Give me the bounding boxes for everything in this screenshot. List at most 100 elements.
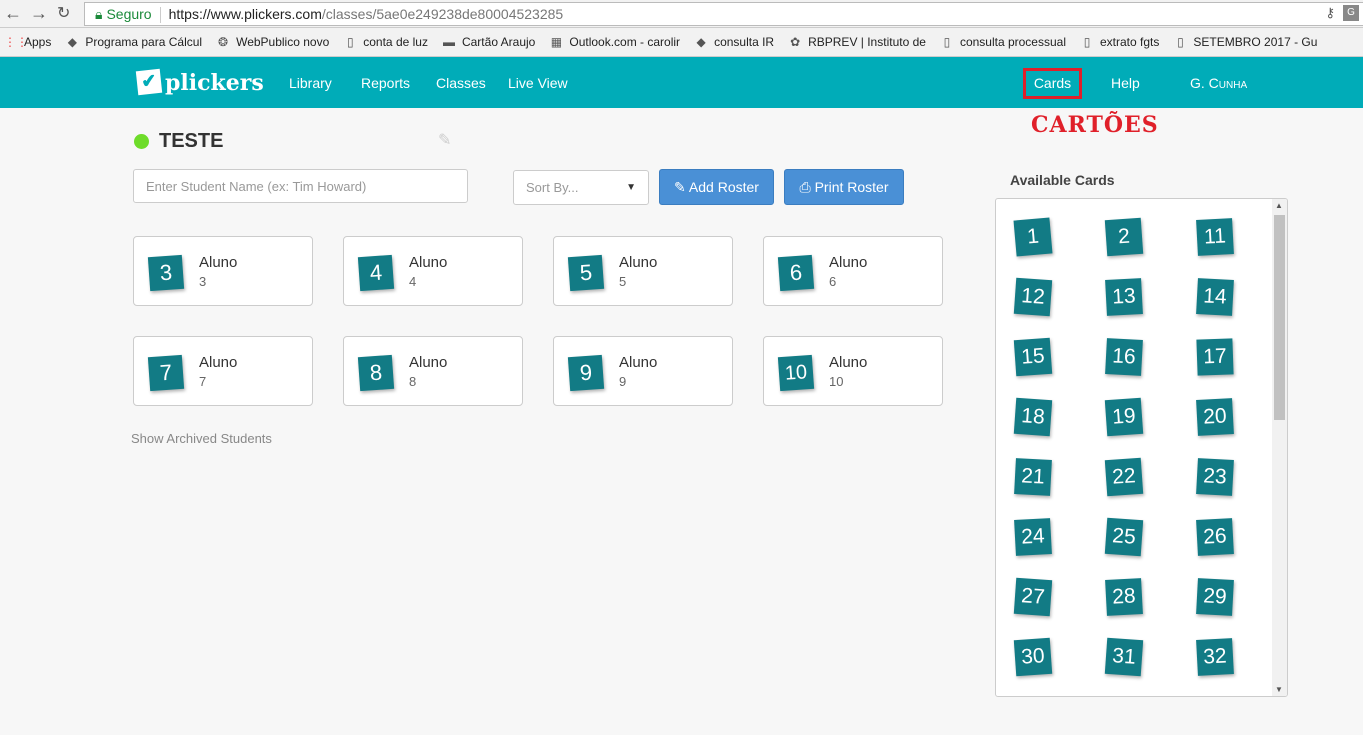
available-card[interactable]: 15 xyxy=(1013,337,1053,377)
bookmark[interactable]: ▯ consulta processual xyxy=(940,35,1066,49)
student-number: 3 xyxy=(199,274,207,289)
available-card[interactable]: 32 xyxy=(1196,638,1234,676)
lock-icon: 🔒︎ xyxy=(95,6,103,22)
browser-toolbar: ← → ↻ 🔒︎ Seguro https://www.plickers.com/c… xyxy=(0,0,1363,28)
bookmark[interactable]: ◆ consulta IR xyxy=(694,35,774,49)
check-icon: ✔ xyxy=(135,68,163,96)
student-number: 8 xyxy=(409,374,417,389)
bookmark[interactable]: ◆ Programa para Cálcul xyxy=(65,35,202,49)
student-card[interactable]: 5 Aluno 5 xyxy=(553,236,733,306)
address-bar[interactable]: 🔒︎ Seguro https://www.plickers.com/classes… xyxy=(84,2,1363,26)
available-card[interactable]: 27 xyxy=(1013,577,1053,617)
bookmark[interactable]: ▬ Cartão Araujo xyxy=(442,35,535,49)
available-card[interactable]: 11 xyxy=(1196,218,1234,256)
available-card[interactable]: 31 xyxy=(1104,637,1144,677)
bookmark[interactable]: ⋮⋮ Apps xyxy=(4,35,51,49)
card-number-badge: 3 xyxy=(147,254,185,292)
student-card[interactable]: 4 Aluno 4 xyxy=(343,236,523,306)
bookmark[interactable]: ▯ extrato fgts xyxy=(1080,35,1160,49)
nav-help[interactable]: Help xyxy=(1111,75,1140,91)
nav-library[interactable]: Library xyxy=(289,75,332,91)
available-card[interactable]: 2 xyxy=(1104,217,1144,257)
sort-dropdown[interactable]: Sort By... ▼ xyxy=(513,170,649,205)
student-name: Aluno xyxy=(409,254,448,271)
student-number: 6 xyxy=(829,274,837,289)
nav-cards[interactable]: Cards xyxy=(1023,68,1082,99)
bookmark[interactable]: ▦ Outlook.com - carolir xyxy=(549,35,680,49)
student-name-input[interactable] xyxy=(133,169,468,203)
print-icon: ⎙ xyxy=(799,179,815,195)
available-card[interactable]: 24 xyxy=(1014,518,1052,556)
show-archived-link[interactable]: Show Archived Students xyxy=(131,431,272,446)
student-card[interactable]: 7 Aluno 7 xyxy=(133,336,313,406)
available-card[interactable]: 16 xyxy=(1105,338,1143,376)
card-number-badge: 7 xyxy=(147,354,185,392)
card-number-badge: 5 xyxy=(567,254,605,292)
reload-icon[interactable]: ↻ xyxy=(57,3,70,23)
available-card[interactable]: 22 xyxy=(1104,457,1144,497)
student-number: 7 xyxy=(199,374,207,389)
student-name: Aluno xyxy=(409,354,448,371)
student-card[interactable]: 3 Aluno 3 xyxy=(133,236,313,306)
translate-icon[interactable]: G xyxy=(1343,5,1359,21)
available-card[interactable]: 19 xyxy=(1104,397,1144,437)
available-cards-title: Available Cards xyxy=(1010,172,1115,188)
nav-classes[interactable]: Classes xyxy=(436,75,486,91)
bookmark-icon: ▬ xyxy=(442,35,455,49)
bookmark[interactable]: ▯ conta de luz xyxy=(343,35,428,49)
nav-user[interactable]: G. Cunha xyxy=(1190,75,1247,91)
available-card[interactable]: 20 xyxy=(1196,398,1234,436)
available-card[interactable]: 21 xyxy=(1014,458,1052,496)
student-name: Aluno xyxy=(619,354,658,371)
add-roster-button[interactable]: ✎ Add Roster xyxy=(659,169,774,205)
student-card[interactable]: 8 Aluno 8 xyxy=(343,336,523,406)
available-card[interactable]: 25 xyxy=(1104,517,1144,557)
scrollbar[interactable]: ▲ ▼ xyxy=(1272,199,1287,696)
top-nav: ✔ plickers Library Reports Classes Live V… xyxy=(0,57,1363,108)
available-card[interactable]: 29 xyxy=(1196,578,1234,616)
edit-pencil-icon[interactable]: ✎ xyxy=(438,130,451,150)
print-roster-button[interactable]: ⎙ Print Roster xyxy=(784,169,904,205)
card-number-badge: 9 xyxy=(567,354,605,392)
available-card[interactable]: 17 xyxy=(1196,338,1234,376)
bookmark-icon: ▯ xyxy=(346,35,354,49)
scrollbar-thumb[interactable] xyxy=(1274,215,1285,420)
student-number: 10 xyxy=(829,374,844,389)
card-number-badge: 6 xyxy=(777,254,815,292)
bookmark[interactable]: ❂ WebPublico novo xyxy=(216,35,329,49)
available-card[interactable]: 23 xyxy=(1196,458,1234,496)
student-card[interactable]: 9 Aluno 9 xyxy=(553,336,733,406)
available-card[interactable]: 26 xyxy=(1196,518,1234,556)
available-card[interactable]: 14 xyxy=(1196,278,1234,316)
student-card[interactable]: 6 Aluno 6 xyxy=(763,236,943,306)
annotation-label: CARTÕES xyxy=(1031,112,1159,138)
key-icon[interactable]: ⚷ xyxy=(1325,5,1335,21)
nav-live-view[interactable]: Live View xyxy=(508,75,568,91)
card-number-badge: 10 xyxy=(777,354,815,392)
student-card[interactable]: 10 Aluno 10 xyxy=(763,336,943,406)
back-icon[interactable]: ← xyxy=(4,3,22,24)
available-card[interactable]: 30 xyxy=(1013,637,1053,677)
student-name: Aluno xyxy=(619,254,658,271)
available-card[interactable]: 1 xyxy=(1013,217,1053,257)
status-dot xyxy=(134,134,149,149)
available-card[interactable]: 18 xyxy=(1013,397,1053,437)
bookmark-icon: ▯ xyxy=(1083,35,1091,49)
student-name: Aluno xyxy=(199,354,238,371)
bookmark[interactable]: ▯ SETEMBRO 2017 - Gu xyxy=(1173,35,1317,49)
class-title: TESTE xyxy=(134,130,223,153)
bookmark-icon: ❂ xyxy=(218,35,229,49)
bookmark-icon: ◆ xyxy=(696,35,706,49)
available-card[interactable]: 13 xyxy=(1105,278,1143,316)
student-number: 5 xyxy=(619,274,627,289)
student-number: 4 xyxy=(409,274,417,289)
nav-reports[interactable]: Reports xyxy=(361,75,410,91)
wand-icon: ✎ xyxy=(674,179,689,195)
card-number-badge: 8 xyxy=(357,354,395,392)
bookmark[interactable]: ✿ RBPREV | Instituto de xyxy=(788,35,926,49)
plickers-logo[interactable]: ✔ plickers xyxy=(135,68,264,96)
available-card[interactable]: 12 xyxy=(1013,277,1053,317)
available-card[interactable]: 28 xyxy=(1105,578,1143,616)
bookmark-icon: ✿ xyxy=(790,35,801,49)
forward-icon[interactable]: → xyxy=(30,3,48,24)
